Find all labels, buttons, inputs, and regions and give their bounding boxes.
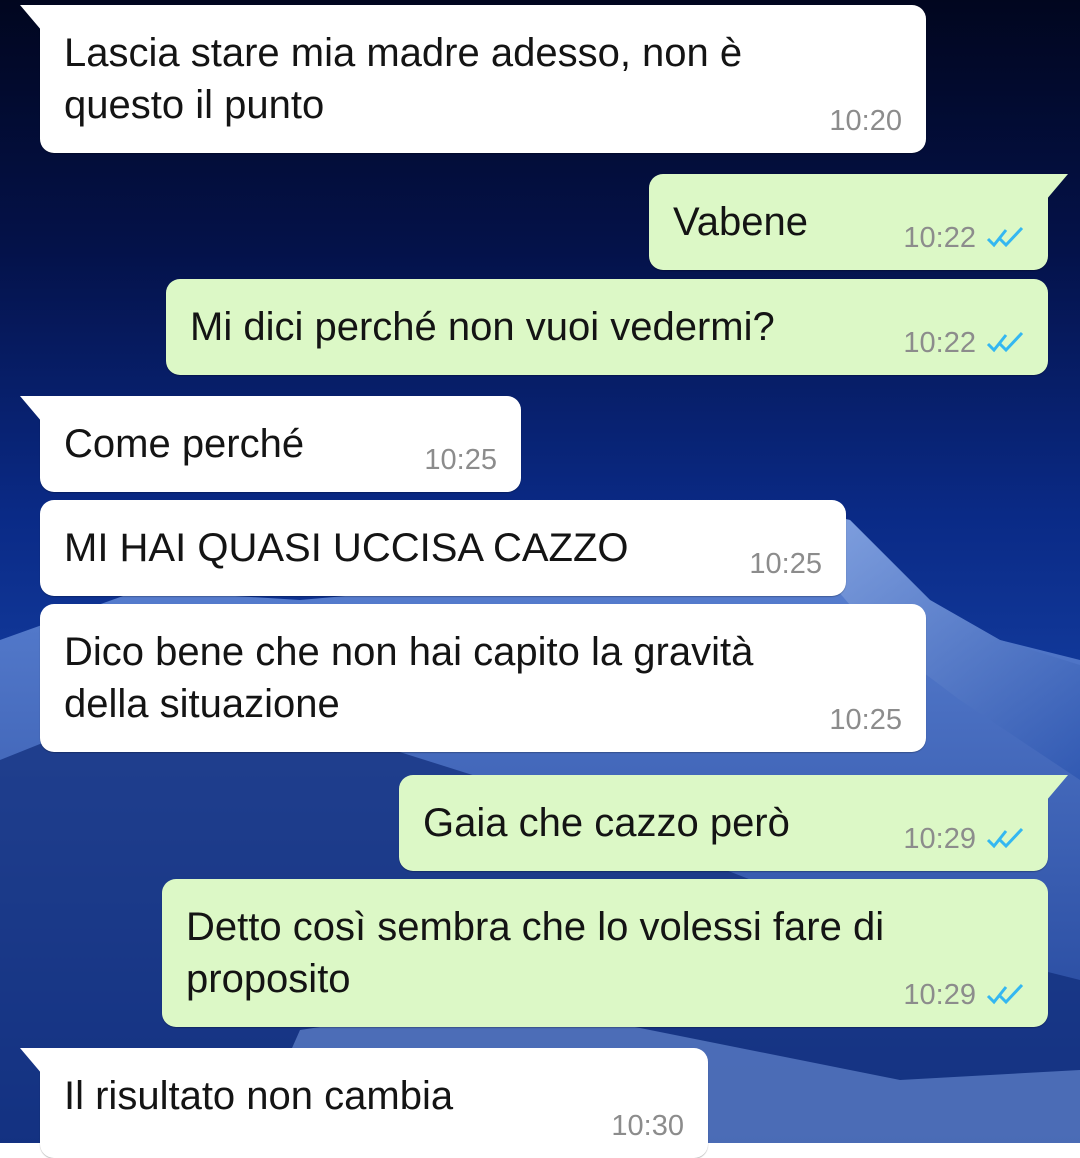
message-meta: 10:29 (903, 823, 1026, 855)
bubble-tail (20, 1048, 42, 1074)
message-outgoing[interactable]: Vabene 10:22 (649, 174, 1068, 270)
message-outgoing[interactable]: Mi dici perché non vuoi vedermi? 10:22 (166, 279, 1048, 375)
message-outgoing[interactable]: Gaia che cazzo però 10:29 (399, 775, 1068, 871)
message-text: MI HAI QUASI UCCISA CAZZO (64, 526, 629, 570)
message-text: Gaia che cazzo però (423, 801, 790, 845)
message-text: Dico bene che non hai capito la gravità … (64, 630, 754, 726)
message-meta: 10:25 (749, 548, 822, 580)
message-time: 10:22 (903, 327, 976, 359)
double-check-icon (986, 826, 1026, 852)
message-outgoing[interactable]: Detto così sembra che lo volessi fare di… (162, 879, 1048, 1027)
bubble-tail (20, 5, 42, 31)
message-meta: 10:25 (829, 704, 902, 736)
message-time: 10:20 (829, 105, 902, 137)
message-meta: 10:22 (903, 222, 1026, 254)
message-incoming[interactable]: Come perché 10:25 (20, 396, 521, 492)
message-incoming[interactable]: MI HAI QUASI UCCISA CAZZO 10:25 (40, 500, 846, 596)
message-text: Il risultato non cambia (64, 1074, 454, 1118)
bubble-tail (20, 396, 42, 422)
message-meta: 10:30 (611, 1110, 684, 1142)
message-text: Vabene (673, 200, 808, 244)
message-incoming[interactable]: Dico bene che non hai capito la gravità … (40, 604, 926, 752)
message-time: 10:22 (903, 222, 976, 254)
message-time: 10:25 (749, 548, 822, 580)
double-check-icon (986, 982, 1026, 1008)
message-meta: 10:20 (829, 105, 902, 137)
message-meta: 10:22 (903, 327, 1026, 359)
double-check-icon (986, 330, 1026, 356)
message-time: 10:29 (903, 979, 976, 1011)
message-time: 10:29 (903, 823, 976, 855)
message-text: Lascia stare mia madre adesso, non è que… (64, 31, 743, 127)
conversation: Lascia stare mia madre adesso, non è que… (0, 0, 1080, 1158)
message-time: 10:25 (829, 704, 902, 736)
message-incoming[interactable]: Lascia stare mia madre adesso, non è que… (20, 5, 926, 153)
message-meta: 10:29 (903, 979, 1026, 1011)
message-time: 10:25 (424, 444, 497, 476)
bubble-tail (1046, 174, 1068, 200)
message-time: 10:30 (611, 1110, 684, 1142)
bubble-tail (1046, 775, 1068, 801)
message-text: Come perché (64, 422, 305, 466)
message-text: Mi dici perché non vuoi vedermi? (190, 305, 775, 349)
message-meta: 10:25 (424, 444, 497, 476)
message-incoming[interactable]: Il risultato non cambia 10:30 (20, 1048, 708, 1158)
message-text: Detto così sembra che lo volessi fare di… (186, 905, 885, 1001)
double-check-icon (986, 225, 1026, 251)
